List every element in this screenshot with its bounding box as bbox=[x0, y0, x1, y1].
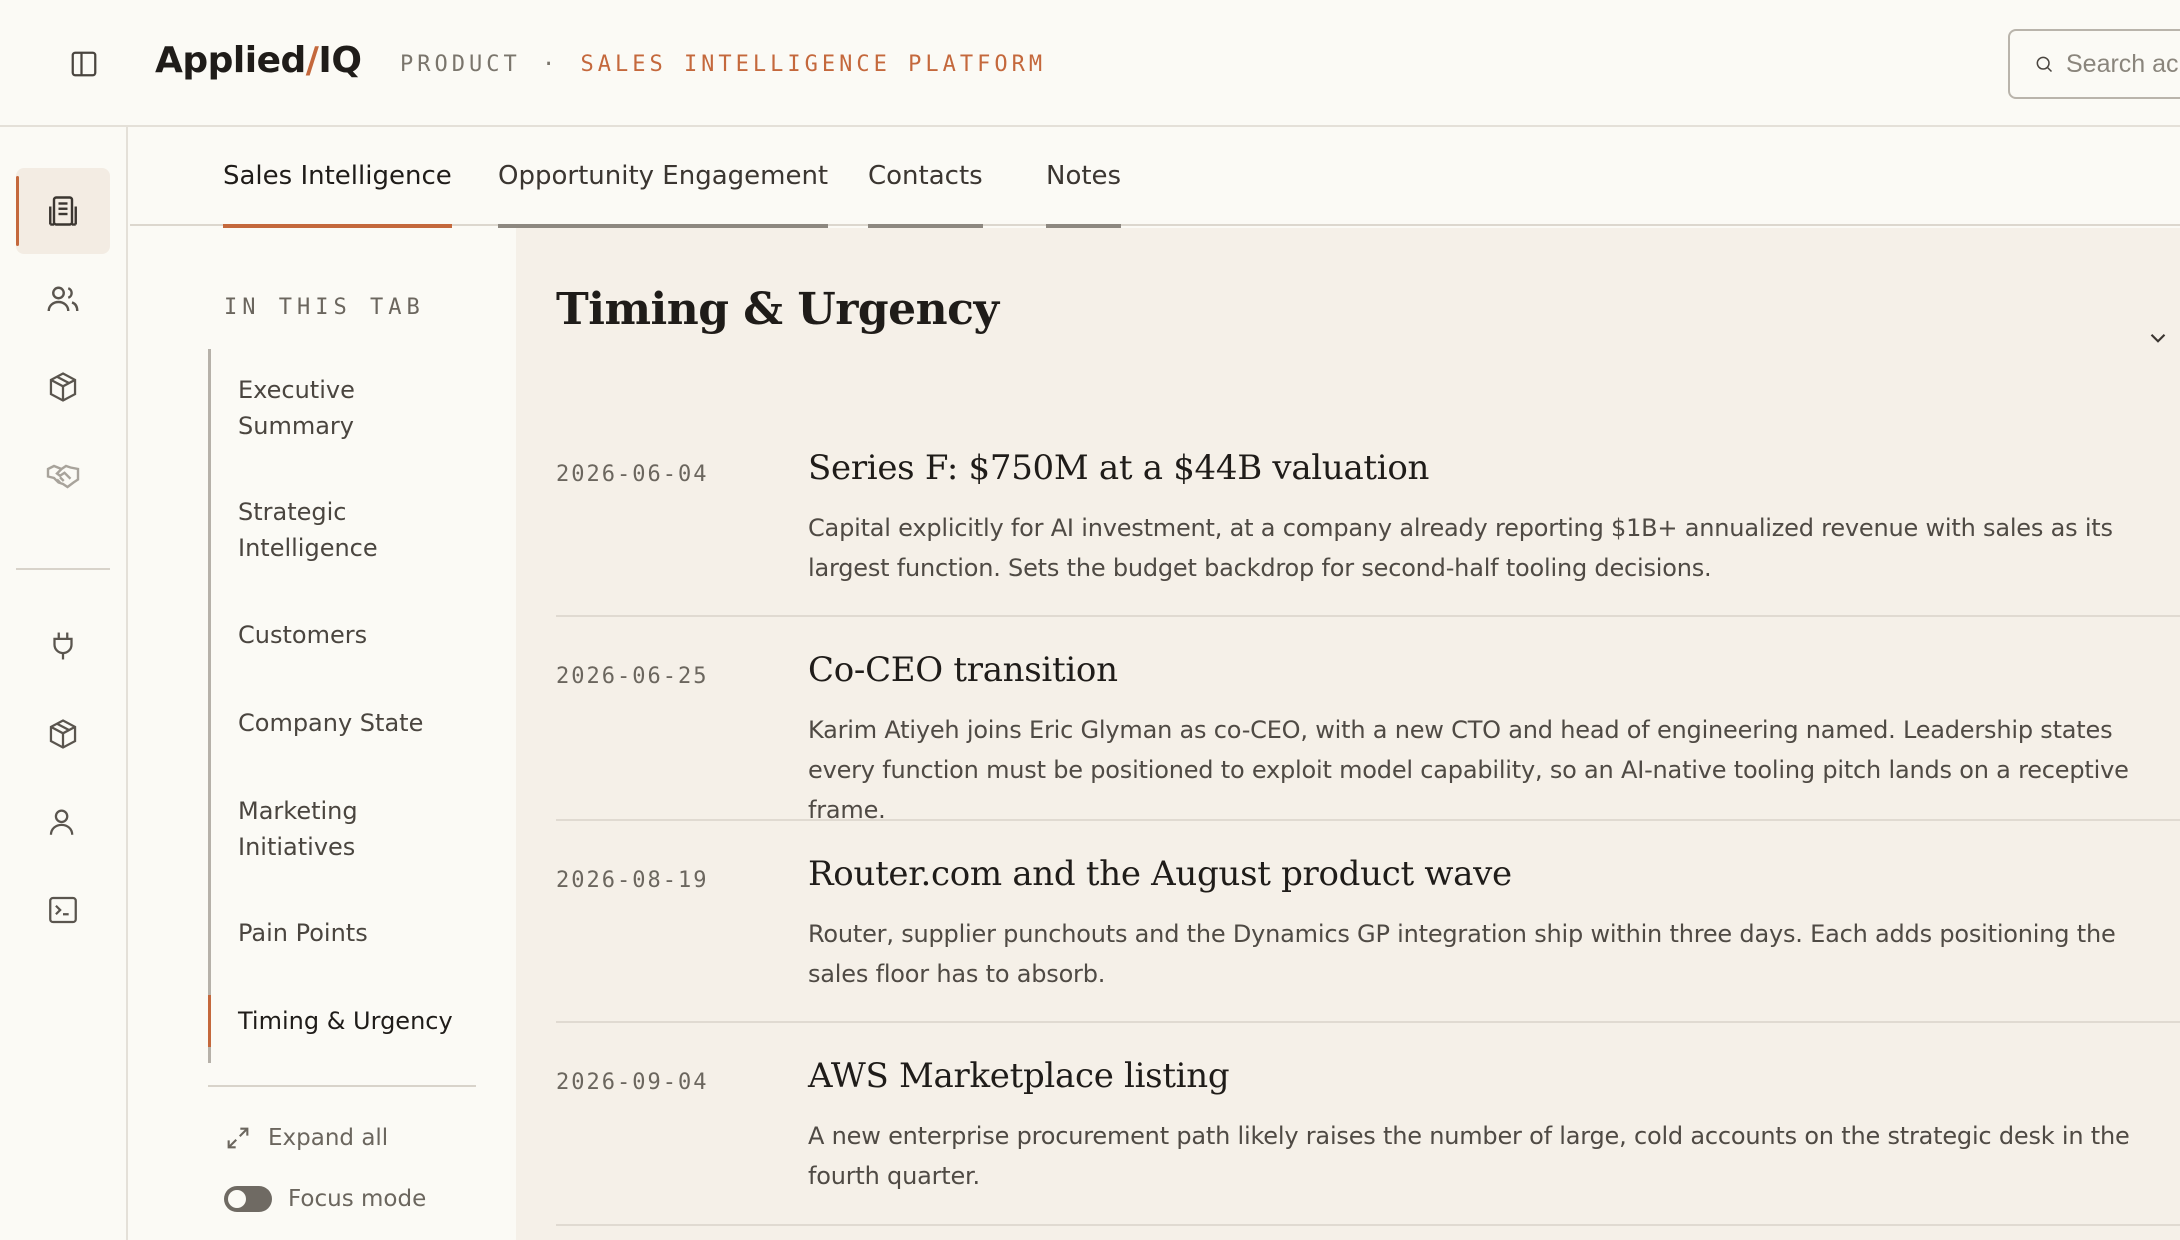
rail-integrations-button[interactable] bbox=[16, 603, 110, 689]
rail-divider bbox=[16, 568, 110, 570]
search-input[interactable] bbox=[2066, 49, 2180, 79]
expand-all-button[interactable]: Expand all bbox=[224, 1124, 388, 1152]
logo-text-applied: Applied bbox=[155, 40, 306, 81]
panel-toggle-icon bbox=[71, 51, 97, 77]
entry-date: 2026-08-19 bbox=[556, 868, 709, 893]
user-icon bbox=[49, 809, 74, 835]
logo-text-iq: IQ bbox=[318, 40, 362, 81]
rail-products-button[interactable] bbox=[16, 691, 110, 777]
collapse-section-button[interactable] bbox=[2140, 320, 2176, 356]
tab-contacts[interactable]: Contacts bbox=[868, 127, 983, 228]
box-icon bbox=[49, 372, 77, 402]
icon-rail bbox=[0, 127, 128, 1240]
breadcrumb-current-page: SALES INTELLIGENCE PLATFORM bbox=[580, 52, 1047, 77]
box-icon bbox=[49, 719, 77, 749]
tab-opportunity-engagement[interactable]: Opportunity Engagement bbox=[498, 127, 829, 228]
handshake-icon bbox=[46, 464, 80, 489]
search-box[interactable] bbox=[2008, 29, 2180, 99]
toc-divider bbox=[208, 1085, 476, 1087]
focus-mode-label: Focus mode bbox=[288, 1186, 427, 1212]
entry-divider bbox=[556, 615, 2180, 617]
expand-all-label: Expand all bbox=[268, 1125, 389, 1151]
rail-profile-button[interactable] bbox=[16, 779, 110, 865]
top-header: Applied/IQ PRODUCT · SALES INTELLIGENCE … bbox=[0, 0, 2180, 127]
breadcrumb: PRODUCT · SALES INTELLIGENCE PLATFORM bbox=[400, 52, 1046, 77]
entry-date: 2026-06-04 bbox=[556, 462, 709, 487]
toc-item-marketing-initiatives[interactable]: Marketing Initiatives bbox=[211, 793, 471, 865]
search-icon bbox=[2036, 56, 2053, 73]
toc-item-strategic-intelligence[interactable]: Strategic Intelligence bbox=[211, 494, 471, 566]
toc-list: Executive Summary Strategic Intelligence… bbox=[208, 349, 478, 1063]
focus-mode-toggle[interactable]: Focus mode bbox=[224, 1186, 426, 1212]
logo-slash: / bbox=[305, 40, 319, 81]
entry-divider bbox=[556, 819, 2180, 821]
app-logo[interactable]: Applied/IQ bbox=[155, 40, 362, 81]
toc-item-timing-urgency[interactable]: Timing & Urgency bbox=[208, 995, 471, 1047]
entry-title: Series F: $750M at a $44B valuation bbox=[808, 448, 1430, 488]
toc-item-company-state[interactable]: Company State bbox=[211, 705, 471, 741]
tab-sales-intelligence[interactable]: Sales Intelligence bbox=[223, 127, 452, 228]
document-icon bbox=[49, 196, 77, 226]
breadcrumb-separator: · bbox=[541, 52, 560, 77]
entry-title: AWS Marketplace listing bbox=[808, 1056, 1230, 1096]
entry-body: Capital explicitly for AI investment, at… bbox=[808, 514, 2113, 582]
entry-title: Co-CEO transition bbox=[808, 650, 1118, 690]
entry-divider bbox=[556, 1021, 2180, 1023]
plug-icon bbox=[53, 632, 73, 660]
chevron-down-icon bbox=[2150, 333, 2166, 343]
rail-box-button[interactable] bbox=[16, 344, 110, 430]
rail-terminal-button[interactable] bbox=[16, 867, 110, 953]
toc-item-pain-points[interactable]: Pain Points bbox=[211, 915, 471, 951]
entry-body: Router, supplier punchouts and the Dynam… bbox=[808, 920, 2116, 988]
terminal-icon bbox=[49, 896, 77, 924]
toc-item-customers[interactable]: Customers bbox=[211, 617, 471, 653]
sidebar-toggle-button[interactable] bbox=[66, 48, 102, 80]
entry-body: A new enterprise procurement path likely… bbox=[808, 1122, 2130, 1190]
entry-date: 2026-06-25 bbox=[556, 664, 709, 689]
entry-date: 2026-09-04 bbox=[556, 1070, 709, 1095]
toc-heading: IN THIS TAB bbox=[224, 295, 425, 320]
section-panel: Timing & Urgency 2026-06-04 Series F: $7… bbox=[516, 228, 2180, 1240]
expand-icon bbox=[227, 1127, 249, 1149]
tab-bar: Sales Intelligence Opportunity Engagemen… bbox=[130, 127, 2180, 228]
toc-item-executive-summary[interactable]: Executive Summary bbox=[211, 372, 471, 444]
rail-document-button[interactable] bbox=[16, 168, 110, 254]
entry-title: Router.com and the August product wave bbox=[808, 854, 1512, 894]
breadcrumb-section[interactable]: PRODUCT bbox=[400, 52, 521, 77]
entry-body: Karim Atiyeh joins Eric Glyman as co-CEO… bbox=[808, 716, 2129, 824]
rail-handshake-button[interactable] bbox=[16, 432, 110, 518]
section-title: Timing & Urgency bbox=[556, 284, 999, 335]
rail-users-button[interactable] bbox=[16, 256, 110, 342]
tab-notes[interactable]: Notes bbox=[1046, 127, 1122, 228]
entry-divider bbox=[556, 1224, 2180, 1226]
focus-mode-switch[interactable] bbox=[224, 1186, 272, 1212]
users-icon bbox=[47, 286, 79, 312]
